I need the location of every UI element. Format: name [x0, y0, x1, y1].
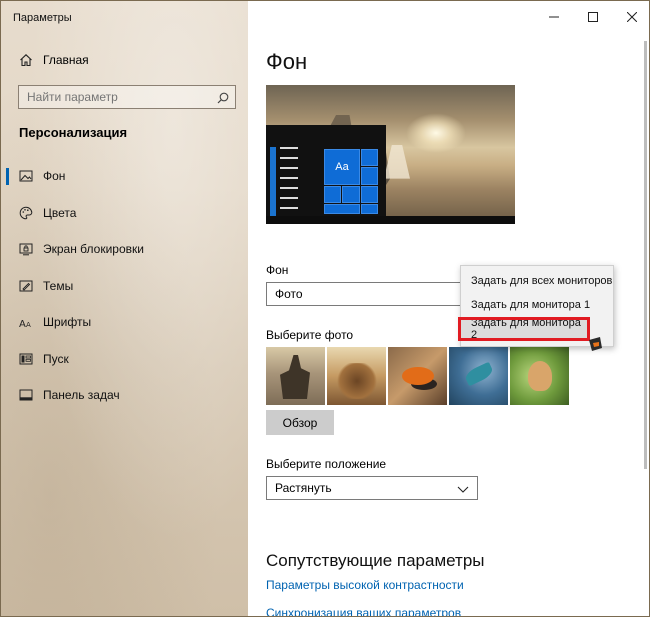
themes-icon: [19, 279, 33, 293]
photo-thumbnail-ship[interactable]: [266, 347, 325, 405]
sidebar-item-label: Пуск: [43, 351, 69, 366]
sidebar-item-label: Шрифты: [43, 315, 92, 330]
preview-taskbar: [266, 216, 515, 224]
close-icon: [626, 12, 637, 22]
sidebar-item-label: Экран блокировки: [43, 242, 144, 257]
photo-thumbnail-hummingbird[interactable]: [449, 347, 508, 405]
svg-text:A: A: [19, 319, 26, 329]
choose-photo-label: Выберите фото: [266, 328, 354, 342]
preview-tile: [324, 204, 360, 214]
preview-sun: [406, 113, 466, 153]
preview-tile-aa: Aa: [324, 149, 360, 185]
picture-icon: [19, 169, 33, 183]
sidebar-item-lock-screen[interactable]: Экран блокировки: [1, 231, 248, 268]
preview-start-menu: Aa: [266, 125, 386, 224]
home-icon: [19, 53, 33, 67]
preview-tile: [361, 204, 378, 214]
search-input[interactable]: [27, 90, 207, 104]
sidebar-item-start[interactable]: Пуск: [1, 341, 248, 378]
preview-start-column: [270, 147, 276, 217]
minimize-button[interactable]: [534, 1, 573, 33]
preview-tile: [361, 149, 378, 166]
menu-item-monitor-1[interactable]: Задать для монитора 1: [461, 293, 613, 317]
sidebar-item-label: Панель задач: [43, 388, 120, 403]
fonts-icon: AA: [19, 315, 33, 330]
home-nav-item[interactable]: Главная: [19, 53, 89, 67]
photo-thumbnails: [266, 347, 569, 405]
taskbar-icon: [19, 388, 33, 402]
window-controls: [534, 1, 649, 33]
photo-thumbnail-bird[interactable]: [510, 347, 569, 405]
lock-screen-icon: [19, 242, 33, 256]
sidebar-item-label: Цвета: [43, 205, 77, 220]
window-title: Параметры: [13, 12, 72, 24]
related-settings-title: Сопутствующие параметры: [266, 551, 485, 570]
maximize-button[interactable]: [573, 1, 612, 33]
background-label: Фон: [266, 263, 289, 277]
preview-start-lines: [280, 147, 298, 217]
background-preview: Aa: [266, 85, 515, 224]
palette-icon: [19, 206, 33, 220]
photo-thumbnail-sculpture[interactable]: [327, 347, 386, 405]
svg-text:A: A: [26, 321, 31, 329]
high-contrast-link[interactable]: Параметры высокой контрастности: [266, 578, 464, 592]
cursor-icon: [589, 337, 602, 351]
page-title: Фон: [266, 49, 308, 74]
sidebar-item-background[interactable]: Фон: [1, 158, 248, 195]
photo-thumbnail-frog[interactable]: [388, 347, 447, 405]
sidebar-item-fonts[interactable]: AA Шрифты: [1, 304, 248, 341]
sidebar: Параметры Главная Персонализация Фон: [1, 1, 248, 616]
preview-tile: [361, 167, 378, 185]
sidebar-item-colors[interactable]: Цвета: [1, 195, 248, 232]
maximize-icon: [587, 12, 598, 22]
preview-tile: [361, 186, 378, 203]
chevron-down-icon: [457, 483, 469, 497]
home-label: Главная: [43, 53, 89, 67]
close-button[interactable]: [612, 1, 649, 33]
preview-tile: [324, 186, 341, 203]
menu-item-monitor-2[interactable]: Задать для монитора 2: [458, 317, 590, 341]
start-icon: [19, 352, 33, 366]
position-label: Выберите положение: [266, 457, 387, 471]
sidebar-item-taskbar[interactable]: Панель задач: [1, 377, 248, 414]
minimize-icon: [548, 16, 559, 18]
sync-settings-link[interactable]: Синхронизация ваших параметров: [266, 606, 461, 616]
background-type-select[interactable]: Фото: [266, 282, 476, 306]
position-select-value: Растянуть: [275, 481, 332, 495]
nav-list: Фон Цвета Экран блокировки Темы A A Шриф…: [1, 158, 248, 414]
preview-tile: [342, 186, 360, 203]
search-box[interactable]: [18, 85, 236, 109]
sidebar-item-label: Фон: [43, 169, 66, 184]
sidebar-item-label: Темы: [43, 278, 74, 293]
settings-window: Параметры Главная Персонализация Фон: [0, 0, 650, 617]
search-icon[interactable]: [217, 91, 229, 109]
scrollbar[interactable]: [644, 41, 647, 469]
sidebar-item-themes[interactable]: Темы: [1, 268, 248, 305]
menu-item-all-monitors[interactable]: Задать для всех мониторов: [461, 269, 613, 293]
browse-button[interactable]: Обзор: [266, 410, 334, 435]
position-select[interactable]: Растянуть: [266, 476, 478, 500]
section-title: Персонализация: [19, 125, 128, 140]
